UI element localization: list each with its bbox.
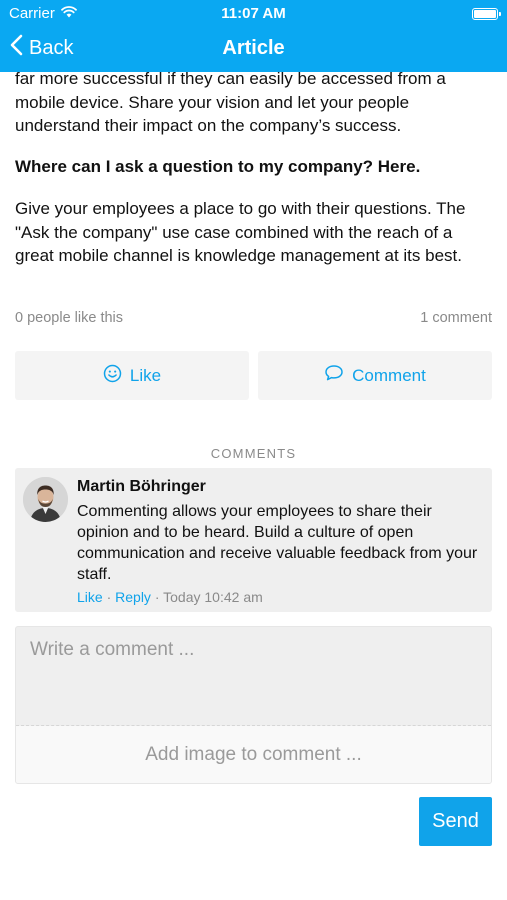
- comment-meta: Like · Reply · Today 10:42 am: [77, 589, 263, 605]
- comment-author[interactable]: Martin Böhringer: [77, 478, 206, 496]
- comment-timestamp: Today 10:42 am: [163, 589, 263, 605]
- send-button[interactable]: Send: [419, 797, 492, 846]
- comment-label: Comment: [352, 365, 426, 385]
- comment-reply-link[interactable]: Reply: [115, 589, 151, 605]
- comments-count: 1 comment: [420, 310, 492, 326]
- status-time: 11:07 AM: [221, 5, 286, 22]
- add-image-label: Add image to comment ...: [145, 744, 362, 765]
- smiley-icon: [103, 364, 122, 388]
- meta-separator: ·: [154, 589, 160, 605]
- add-image-button[interactable]: Add image to comment ...: [16, 726, 491, 783]
- comment-item: Martin Böhringer Commenting allows your …: [15, 468, 492, 612]
- article-intro-paragraph: far more successful if they can easily b…: [15, 69, 446, 135]
- like-label: Like: [129, 365, 162, 385]
- avatar[interactable]: [23, 477, 68, 522]
- meta-separator: ·: [106, 589, 112, 605]
- comment-button[interactable]: Comment: [258, 351, 492, 400]
- top-bar: Carrier 11:07 AM Back Article: [0, 0, 507, 72]
- comment-composer: Add image to comment ...: [15, 626, 492, 784]
- comments-section-label: COMMENTS: [210, 446, 297, 461]
- page-title: Article: [222, 37, 285, 59]
- send-label: Send: [432, 810, 479, 832]
- comment-like-link[interactable]: Like: [77, 589, 103, 605]
- status-bar: Carrier 11:07 AM: [0, 0, 507, 28]
- battery-icon: [472, 8, 501, 20]
- article-section-heading: Where can I ask a question to my company…: [15, 157, 421, 176]
- comment-text: Commenting allows your employees to shar…: [77, 503, 478, 583]
- speech-bubble-icon: [324, 364, 344, 387]
- comment-input[interactable]: [16, 627, 491, 725]
- article-stats: 0 people like this 1 comment: [15, 310, 492, 326]
- article-paragraph: Give your employees a place to go with t…: [15, 199, 466, 265]
- navigation-bar: Back Article: [0, 28, 507, 72]
- likes-count: 0 people like this: [15, 310, 124, 326]
- like-button[interactable]: Like: [15, 351, 249, 400]
